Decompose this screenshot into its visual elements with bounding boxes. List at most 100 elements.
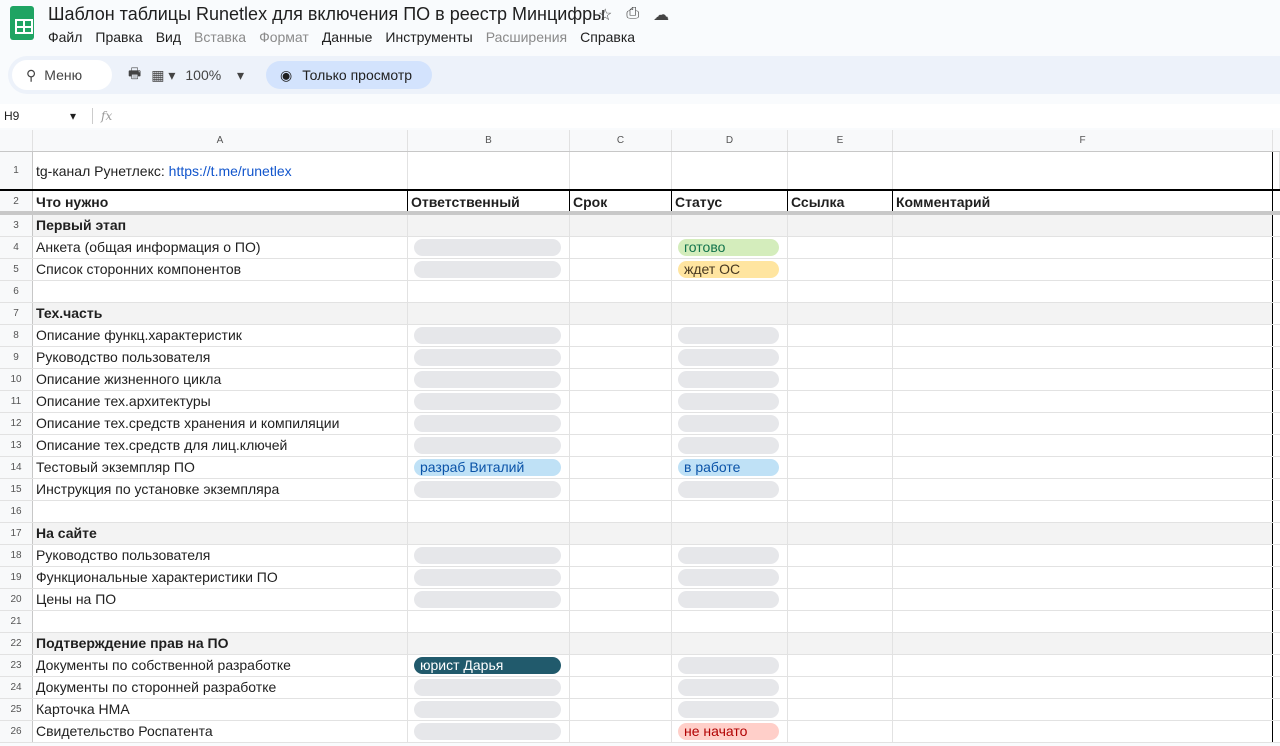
task-cell[interactable]: Карточка НМА [33,699,408,720]
comment-cell[interactable] [893,611,1273,632]
deadline-cell[interactable] [570,215,672,236]
dropdown-chip[interactable] [678,701,779,718]
row-number[interactable]: 18 [0,545,33,566]
status-cell[interactable] [672,325,788,346]
dropdown-chip[interactable] [678,437,779,454]
row-number[interactable]: 1 [0,152,33,189]
dropdown-chip[interactable]: ждет ОС [678,261,779,278]
dropdown-chip[interactable]: разраб Виталий [414,459,561,476]
deadline-cell[interactable] [570,325,672,346]
comment-cell[interactable] [893,501,1273,522]
header-cell[interactable]: Что нужно [33,191,408,211]
deadline-cell[interactable] [570,479,672,500]
comment-cell[interactable] [893,325,1273,346]
status-cell[interactable] [672,303,788,324]
dropdown-chip[interactable] [678,371,779,388]
responsible-cell[interactable] [408,523,570,544]
dropdown-chip[interactable]: юрист Дарья [414,657,561,674]
star-icon[interactable]: ☆ [598,5,612,25]
row-number[interactable]: 2 [0,191,33,211]
deadline-cell[interactable] [570,523,672,544]
comment-cell[interactable] [893,303,1273,324]
status-cell[interactable]: в работе [672,457,788,478]
deadline-cell[interactable] [570,545,672,566]
deadline-cell[interactable] [570,589,672,610]
column-header[interactable]: A [33,130,408,151]
link-cell[interactable] [788,677,893,698]
task-cell[interactable]: Описание тех.средств хранения и компиляц… [33,413,408,434]
dropdown-chip[interactable] [678,481,779,498]
responsible-cell[interactable] [408,567,570,588]
header-cell[interactable]: Статус [672,191,788,211]
status-cell[interactable] [672,523,788,544]
dropdown-chip[interactable] [414,327,561,344]
link-cell[interactable] [788,325,893,346]
column-header[interactable]: E [788,130,893,151]
menu-item[interactable]: Вид [156,29,181,45]
row-number[interactable]: 23 [0,655,33,676]
responsible-cell[interactable] [408,347,570,368]
dropdown-chip[interactable] [678,657,779,674]
comment-cell[interactable] [893,545,1273,566]
row-number[interactable]: 19 [0,567,33,588]
dropdown-chip[interactable] [414,261,561,278]
status-cell[interactable] [672,347,788,368]
dropdown-chip[interactable] [414,701,561,718]
task-cell[interactable]: Список сторонних компонентов [33,259,408,280]
responsible-cell[interactable] [408,589,570,610]
responsible-cell[interactable] [408,215,570,236]
row-number[interactable]: 14 [0,457,33,478]
dropdown-chip[interactable] [414,437,561,454]
comment-cell[interactable] [893,369,1273,390]
link-cell[interactable] [788,633,893,654]
dropdown-chip[interactable] [678,327,779,344]
responsible-cell[interactable]: юрист Дарья [408,655,570,676]
comment-cell[interactable] [893,237,1273,258]
column-header[interactable]: D [672,130,788,151]
row-number[interactable]: 8 [0,325,33,346]
print-icon[interactable]: 🖶 [128,63,141,87]
status-cell[interactable] [672,677,788,698]
dropdown-chip[interactable] [414,569,561,586]
status-cell[interactable] [672,545,788,566]
column-header[interactable]: F [893,130,1273,151]
comment-cell[interactable] [893,215,1273,236]
deadline-cell[interactable] [570,391,672,412]
row-number[interactable]: 5 [0,259,33,280]
link-cell[interactable] [788,699,893,720]
row-number[interactable]: 16 [0,501,33,522]
status-cell[interactable] [672,391,788,412]
dropdown-chip[interactable] [678,591,779,608]
dropdown-chip[interactable]: готово [678,239,779,256]
view-only-button[interactable]: ◉ Только просмотр [266,61,433,89]
responsible-cell[interactable] [408,545,570,566]
row-number[interactable]: 17 [0,523,33,544]
responsible-cell[interactable] [408,325,570,346]
dropdown-chip[interactable] [678,349,779,366]
deadline-cell[interactable] [570,457,672,478]
link-cell[interactable] [788,545,893,566]
dropdown-chip[interactable] [414,547,561,564]
link-cell[interactable] [788,655,893,676]
menu-search[interactable]: ⚲ Меню [12,60,112,90]
comment-cell[interactable] [893,567,1273,588]
cell-a1[interactable]: tg-канал Рунетлекс: https://t.me/runetle… [33,152,408,189]
responsible-cell[interactable] [408,699,570,720]
status-cell[interactable] [672,699,788,720]
task-cell[interactable]: Тех.часть [33,303,408,324]
status-cell[interactable]: не начато [672,721,788,742]
link-cell[interactable] [788,589,893,610]
status-cell[interactable] [672,589,788,610]
dropdown-chip[interactable] [414,415,561,432]
link-cell[interactable] [788,413,893,434]
status-cell[interactable] [672,413,788,434]
deadline-cell[interactable] [570,655,672,676]
task-cell[interactable]: Инструкция по установке экземпляра [33,479,408,500]
link-cell[interactable] [788,457,893,478]
menu-item[interactable]: Справка [580,29,635,45]
dropdown-chip[interactable] [414,393,561,410]
dropdown-chip[interactable] [414,591,561,608]
row-number[interactable]: 15 [0,479,33,500]
link-cell[interactable] [788,611,893,632]
link-cell[interactable] [788,237,893,258]
